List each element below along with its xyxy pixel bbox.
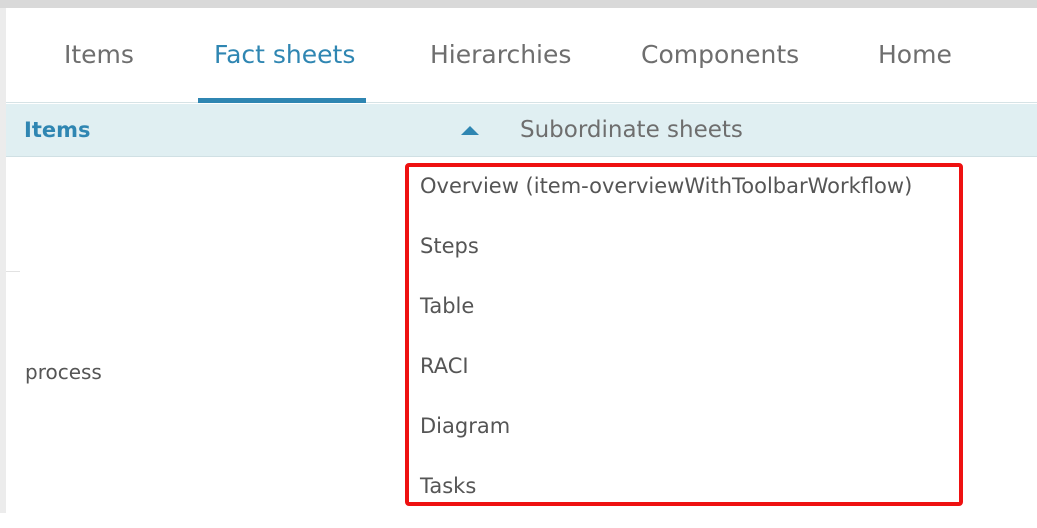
tab-items[interactable]: Items	[64, 8, 134, 103]
top-border	[0, 0, 1037, 8]
items-column-header[interactable]: Items	[24, 104, 90, 157]
fact-sheets-panel: Items Fact sheets Hierarchies Components…	[0, 0, 1037, 513]
sheet-item-table[interactable]: Table	[420, 288, 950, 348]
sort-ascending-icon[interactable]	[461, 126, 479, 135]
row-divider	[6, 271, 20, 272]
sheet-item-tasks[interactable]: Tasks	[420, 468, 950, 528]
sheet-item-diagram[interactable]: Diagram	[420, 408, 950, 468]
table-header: Items Subordinate sheets	[6, 104, 1037, 157]
subordinate-sheet-list: Overview (item-overviewWithToolbarWorkfl…	[420, 168, 950, 528]
active-tab-indicator	[198, 98, 366, 103]
tab-hierarchies[interactable]: Hierarchies	[430, 8, 571, 103]
tab-components[interactable]: Components	[641, 8, 799, 103]
tab-bar: Items Fact sheets Hierarchies Components…	[6, 8, 1037, 103]
sheet-item-raci[interactable]: RACI	[420, 348, 950, 408]
subordinate-sheets-column-header[interactable]: Subordinate sheets	[520, 104, 743, 157]
tab-fact-sheets[interactable]: Fact sheets	[214, 8, 355, 103]
item-cell-process[interactable]: process	[25, 360, 102, 384]
sheet-item-steps[interactable]: Steps	[420, 228, 950, 288]
tab-home[interactable]: Home	[878, 8, 952, 103]
sheet-item-overview[interactable]: Overview (item-overviewWithToolbarWorkfl…	[420, 168, 950, 228]
